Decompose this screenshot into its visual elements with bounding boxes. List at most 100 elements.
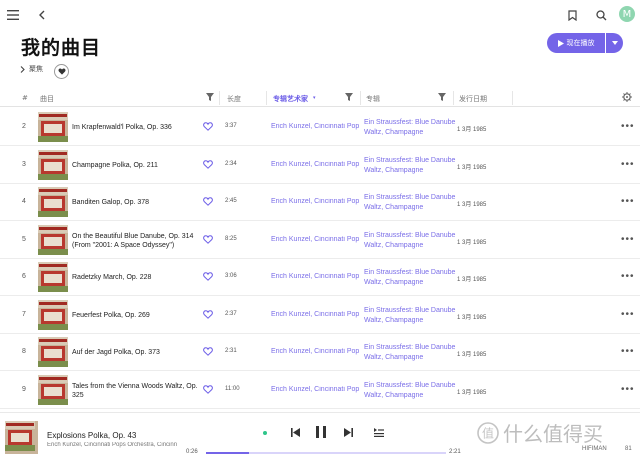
track-album-artist[interactable]: Erich Kunzel, Cincinnati Pops (271, 236, 359, 243)
track-release-date: 1 3月 1985 (457, 202, 487, 208)
heart-icon[interactable] (203, 309, 213, 320)
avatar[interactable]: M (619, 6, 635, 22)
favorite-filter-button[interactable] (54, 64, 69, 79)
track-title[interactable]: Radetzky March, Op. 228 (72, 273, 202, 282)
previous-button[interactable] (289, 425, 301, 439)
track-index: 6 (22, 273, 26, 280)
track-album[interactable]: Ein Straussfest: Blue Danube Waltz, Cham… (364, 268, 456, 288)
track-title[interactable]: Tales from the Vienna Woods Waltz, Op. 3… (72, 382, 202, 400)
progress-bar[interactable] (206, 452, 446, 454)
column-release-date[interactable]: 发行日期 (459, 94, 487, 104)
track-title[interactable]: Auf der Jagd Polka, Op. 373 (72, 348, 202, 357)
more-icon[interactable]: ••• (621, 121, 635, 132)
menu-icon[interactable] (5, 7, 21, 23)
heart-icon[interactable] (203, 384, 213, 395)
table-row[interactable]: 9 Tales from the Vienna Woods Waltz, Op. … (0, 371, 640, 409)
table-row[interactable]: 4 Banditen Galop, Op. 378 2:45 Erich Kunzel… (0, 183, 640, 221)
track-duration: 2:31 (225, 348, 237, 354)
more-icon[interactable]: ••• (621, 196, 635, 207)
filter-icon[interactable] (438, 93, 446, 101)
track-album-artist[interactable]: Erich Kunzel, Cincinnati Pops (271, 123, 359, 130)
track-release-date: 1 3月 1985 (457, 277, 487, 283)
play-icon (557, 39, 564, 47)
track-album-artist[interactable]: Erich Kunzel, Cincinnati Pops (271, 273, 359, 280)
track-album-artist[interactable]: Erich Kunzel, Cincinnati Pops (271, 386, 359, 393)
next-button[interactable] (342, 425, 354, 439)
now-playing-title[interactable]: Explosions Polka, Op. 43 (47, 431, 136, 440)
heart-icon[interactable] (203, 347, 213, 357)
column-divider[interactable] (219, 91, 220, 105)
track-album[interactable]: Ein Straussfest: Blue Danube Waltz, Cham… (364, 156, 456, 176)
album-cover[interactable] (38, 187, 68, 217)
pause-button[interactable] (314, 425, 328, 439)
table-row[interactable]: 5 On the Beautiful Blue Danube, Op. 314 (… (0, 221, 640, 259)
track-album[interactable]: Ein Straussfest: Blue Danube Waltz, Cham… (364, 118, 456, 138)
track-index: 5 (22, 235, 26, 243)
more-icon[interactable]: ••• (621, 309, 635, 320)
track-title[interactable]: Banditen Galop, Op. 378 (72, 198, 202, 207)
track-album[interactable]: Ein Straussfest: Blue Danube Waltz, Cham… (364, 343, 456, 363)
track-album-artist[interactable]: Erich Kunzel, Cincinnati Pops (271, 198, 359, 205)
table-row[interactable]: 2 Im Krapfenwald'l Polka, Op. 336 3:37 Eric… (0, 108, 640, 146)
album-cover[interactable] (38, 224, 68, 255)
queue-button[interactable] (373, 425, 385, 439)
column-divider[interactable] (360, 91, 361, 105)
table-row[interactable]: 8 Auf der Jagd Polka, Op. 373 2:31 Erich Ku… (0, 333, 640, 371)
column-track[interactable]: 曲目 (40, 94, 54, 104)
focus-toggle[interactable]: 聚焦 (20, 64, 43, 74)
album-cover[interactable] (38, 112, 68, 142)
track-duration: 2:37 (225, 310, 237, 317)
track-title[interactable]: Im Krapfenwald'l Polka, Op. 336 (72, 123, 202, 132)
track-album[interactable]: Ein Straussfest: Blue Danube Waltz, Cham… (364, 231, 456, 251)
play-options-button[interactable] (606, 33, 623, 53)
heart-icon[interactable] (203, 272, 213, 282)
track-album[interactable]: Ein Straussfest: Blue Danube Waltz, Cham… (364, 381, 456, 401)
heart-icon[interactable] (203, 197, 213, 207)
album-cover[interactable] (38, 374, 68, 405)
album-cover[interactable] (38, 299, 68, 330)
more-icon[interactable]: ••• (621, 384, 635, 395)
more-icon[interactable]: ••• (621, 234, 635, 245)
settings-icon[interactable] (622, 92, 632, 102)
column-divider[interactable] (453, 91, 454, 105)
track-duration: 8:25 (225, 235, 237, 242)
more-icon[interactable]: ••• (621, 159, 635, 170)
track-title[interactable]: Feuerfest Polka, Op. 269 (72, 311, 202, 320)
album-cover[interactable] (38, 262, 68, 292)
now-playing-cover[interactable] (5, 421, 38, 454)
table-row[interactable]: 7 Feuerfest Polka, Op. 269 2:37 Erich Kunze… (0, 296, 640, 334)
column-divider[interactable] (512, 91, 513, 105)
track-duration: 3:06 (225, 273, 237, 279)
track-album-artist[interactable]: Erich Kunzel, Cincinnati Pops (271, 161, 359, 168)
column-divider[interactable] (266, 91, 267, 105)
bookmark-icon[interactable] (564, 7, 580, 23)
heart-icon[interactable] (203, 159, 213, 170)
table-row[interactable]: 3 Champagne Polka, Op. 211 2:34 Erich Kunze… (0, 146, 640, 184)
more-icon[interactable]: ••• (621, 346, 635, 357)
column-album-artist[interactable]: 专辑艺术家 (273, 94, 308, 104)
search-icon[interactable] (593, 7, 609, 23)
track-album[interactable]: Ein Straussfest: Blue Danube Waltz, Cham… (364, 306, 456, 326)
album-cover[interactable] (38, 337, 68, 367)
heart-icon[interactable] (203, 122, 213, 132)
column-duration[interactable]: 长度 (227, 94, 241, 104)
album-cover[interactable] (38, 149, 68, 180)
next-icon (343, 427, 353, 437)
heart-icon (58, 68, 65, 75)
filter-icon[interactable] (345, 93, 353, 101)
track-title[interactable]: On the Beautiful Blue Danube, Op. 314 (F… (72, 232, 202, 250)
back-icon[interactable] (34, 7, 50, 23)
heart-icon[interactable] (203, 234, 213, 245)
table-row[interactable]: 6 Radetzky March, Op. 228 3:06 Erich Kunzel… (0, 258, 640, 296)
volume-level[interactable]: 81 (625, 446, 632, 452)
track-album-artist[interactable]: Erich Kunzel, Cincinnati Pops (271, 311, 359, 318)
track-album-artist[interactable]: Erich Kunzel, Cincinnati Pops (271, 348, 359, 355)
column-album[interactable]: 专辑 (366, 94, 380, 104)
now-playing-artist[interactable]: Erich Kunzel, Cincinnati Pops Orchestra,… (47, 442, 177, 448)
track-title[interactable]: Champagne Polka, Op. 211 (72, 161, 202, 170)
track-duration: 3:37 (225, 123, 237, 129)
more-icon[interactable]: ••• (621, 271, 635, 282)
play-now-button[interactable]: 现在播放 (547, 33, 605, 53)
filter-icon[interactable] (206, 93, 214, 101)
track-album[interactable]: Ein Straussfest: Blue Danube Waltz, Cham… (364, 193, 456, 213)
